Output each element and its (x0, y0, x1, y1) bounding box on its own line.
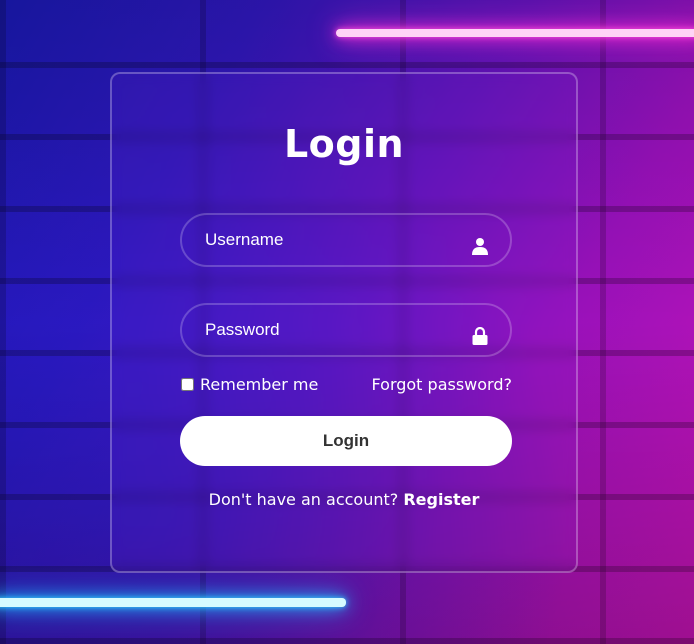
login-title: Login (283, 122, 405, 166)
password-field-wrapper (180, 303, 512, 357)
remember-me[interactable]: Remember me (180, 375, 318, 394)
login-button[interactable]: Login (180, 416, 512, 466)
options-row: Remember me Forgot password? (180, 375, 512, 397)
remember-me-checkbox[interactable] (181, 378, 194, 391)
username-input[interactable] (182, 215, 510, 265)
neon-light-pink (336, 29, 694, 37)
neon-light-blue (0, 598, 346, 607)
lock-icon (472, 327, 488, 345)
user-icon (472, 238, 488, 255)
remember-me-label: Remember me (200, 375, 319, 394)
forgot-password-link[interactable]: Forgot password? (372, 375, 512, 394)
register-prompt: Don't have an account? (208, 490, 399, 509)
register-link[interactable]: Register (403, 490, 479, 509)
password-input[interactable] (182, 305, 510, 355)
username-field-wrapper (180, 213, 512, 267)
login-card: Login Remember me Forgot password? Login… (110, 72, 578, 573)
register-row: Don't have an account? Register (112, 490, 576, 509)
